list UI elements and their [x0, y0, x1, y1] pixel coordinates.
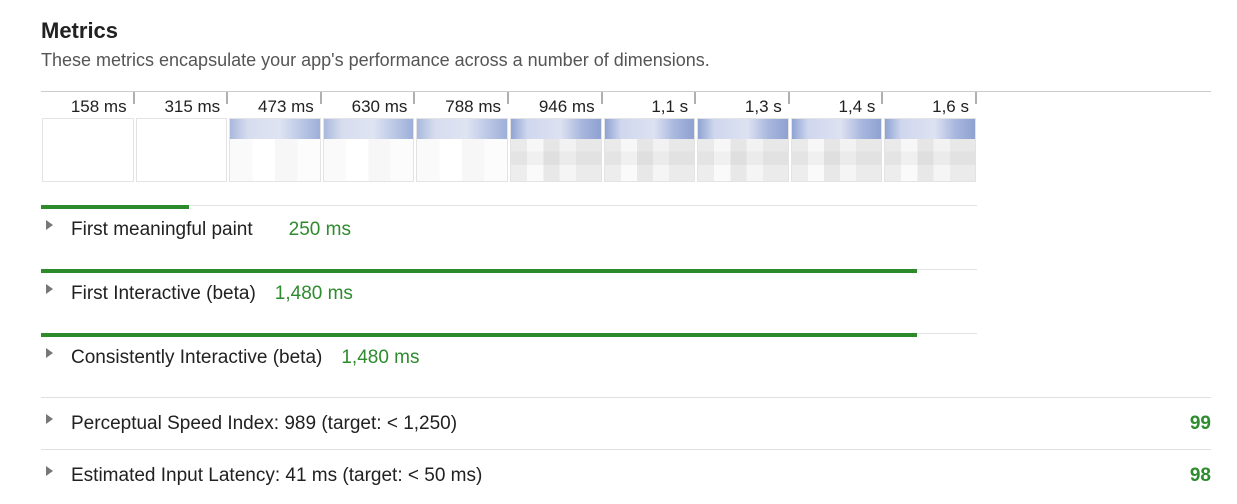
frame-timestamp: 315 ms	[164, 97, 221, 116]
frame-thumbnail	[884, 118, 976, 182]
thumbnail-header	[885, 119, 975, 139]
audit-divider	[41, 397, 1211, 398]
audit-summary[interactable]: Perceptual Speed Index: 989 (target: < 1…	[41, 409, 457, 439]
thumbnail-content	[604, 139, 695, 181]
frame-timestamp: 946 ms	[538, 97, 595, 116]
frame-thumbnail	[416, 118, 508, 182]
frame-timestamp: 1,3 s	[744, 97, 782, 116]
metric-value: 250 ms	[288, 219, 351, 240]
frame-thumbnail	[790, 118, 883, 182]
filmstrip-frame: 1,3 s	[696, 92, 790, 184]
frame-thumbnail	[42, 118, 134, 182]
triangle-right-icon[interactable]	[46, 220, 53, 230]
thumbnail-header	[511, 119, 601, 139]
filmstrip-frame: 315 ms	[135, 92, 229, 184]
frame-thumbnail	[135, 118, 228, 182]
section-title: Metrics	[41, 18, 119, 43]
frame-thumbnail	[229, 118, 321, 182]
metrics-section: Metrics These metrics encapsulate your a…	[41, 16, 1211, 486]
filmstrip-frame: 946 ms	[509, 92, 603, 184]
thumbnail-content	[791, 139, 882, 181]
thumbnail-header	[698, 119, 788, 139]
audit-label: Estimated Input Latency: 41 ms (target: …	[71, 465, 483, 486]
filmstrip-frame: 473 ms	[228, 92, 322, 184]
metric-value: 1,480 ms	[341, 347, 420, 368]
metric-label: Consistently Interactive (beta)	[71, 347, 323, 368]
frame-timestamp: 788 ms	[445, 97, 501, 116]
frame-timestamp: 1,1 s	[651, 97, 689, 116]
filmstrip-frame: 1,6 s	[883, 92, 977, 184]
thumbnail-content	[511, 139, 601, 181]
metric-first-interactive: First Interactive (beta) 1,480 ms	[41, 269, 977, 333]
metric-label: First meaningful paint	[71, 219, 253, 240]
metric-first-meaningful-paint: First meaningful paint 250 ms	[41, 205, 977, 269]
audit-perceptual-speed-index[interactable]: Perceptual Speed Index: 989 (target: < 1…	[41, 397, 1211, 449]
thumbnail-content	[885, 139, 975, 181]
thumbnail-content	[230, 139, 320, 181]
thumbnail-header	[791, 119, 882, 139]
filmstrip: 158 ms 315 ms 473 ms 630 ms 788 ms 946 ms 1,1 …	[41, 92, 977, 184]
audit-summary[interactable]: Estimated Input Latency: 41 ms (target: …	[41, 461, 482, 491]
triangle-right-icon[interactable]	[46, 466, 53, 476]
frame-timestamp: 158 ms	[70, 97, 127, 116]
audit-label: Perceptual Speed Index: 989 (target: < 1…	[71, 413, 458, 434]
frame-thumbnail	[697, 118, 789, 182]
frame-thumbnail	[603, 118, 696, 182]
metric-summary[interactable]: Consistently Interactive (beta) 1,480 ms	[41, 343, 420, 373]
frame-thumbnail	[510, 118, 602, 182]
metric-summary[interactable]: First Interactive (beta) 1,480 ms	[41, 279, 353, 309]
thumbnail-header	[230, 119, 320, 139]
thumbnail-header	[417, 119, 507, 139]
frame-tick	[974, 92, 977, 104]
audit-score: 98	[1189, 465, 1211, 486]
triangle-right-icon[interactable]	[46, 284, 53, 294]
frame-timestamp: 630 ms	[351, 97, 408, 116]
metric-label: First Interactive (beta)	[71, 283, 256, 304]
filmstrip-frame: 1,1 s	[603, 92, 697, 184]
frame-timestamp: 1,6 s	[932, 97, 969, 116]
metric-summary[interactable]: First meaningful paint 250 ms	[41, 215, 351, 245]
metric-timeline-bar	[41, 205, 189, 209]
audit-divider	[41, 449, 1211, 450]
thumbnail-header	[604, 119, 695, 139]
filmstrip-frame: 788 ms	[415, 92, 509, 184]
triangle-right-icon[interactable]	[46, 414, 53, 424]
thumbnail-content	[698, 139, 788, 181]
frame-thumbnail	[322, 118, 415, 182]
thumbnail-header	[323, 119, 414, 139]
section-description: These metrics encapsulate your app's per…	[41, 50, 710, 70]
metric-consistently-interactive: Consistently Interactive (beta) 1,480 ms	[41, 333, 977, 397]
triangle-right-icon[interactable]	[46, 348, 53, 358]
metric-timeline-bar	[41, 333, 918, 337]
thumbnail-content	[323, 139, 414, 181]
thumbnail-content	[417, 139, 507, 181]
metric-timeline-bar	[41, 269, 918, 273]
frame-timestamp: 1,4 s	[838, 97, 876, 116]
filmstrip-frame: 630 ms	[322, 92, 416, 184]
audit-estimated-input-latency[interactable]: Estimated Input Latency: 41 ms (target: …	[41, 449, 1211, 501]
frame-timestamp: 473 ms	[258, 97, 314, 116]
filmstrip-frame: 158 ms	[41, 92, 135, 184]
audit-score: 99	[1189, 413, 1211, 434]
metric-value: 1,480 ms	[274, 283, 353, 304]
filmstrip-frame: 1,4 s	[790, 92, 884, 184]
